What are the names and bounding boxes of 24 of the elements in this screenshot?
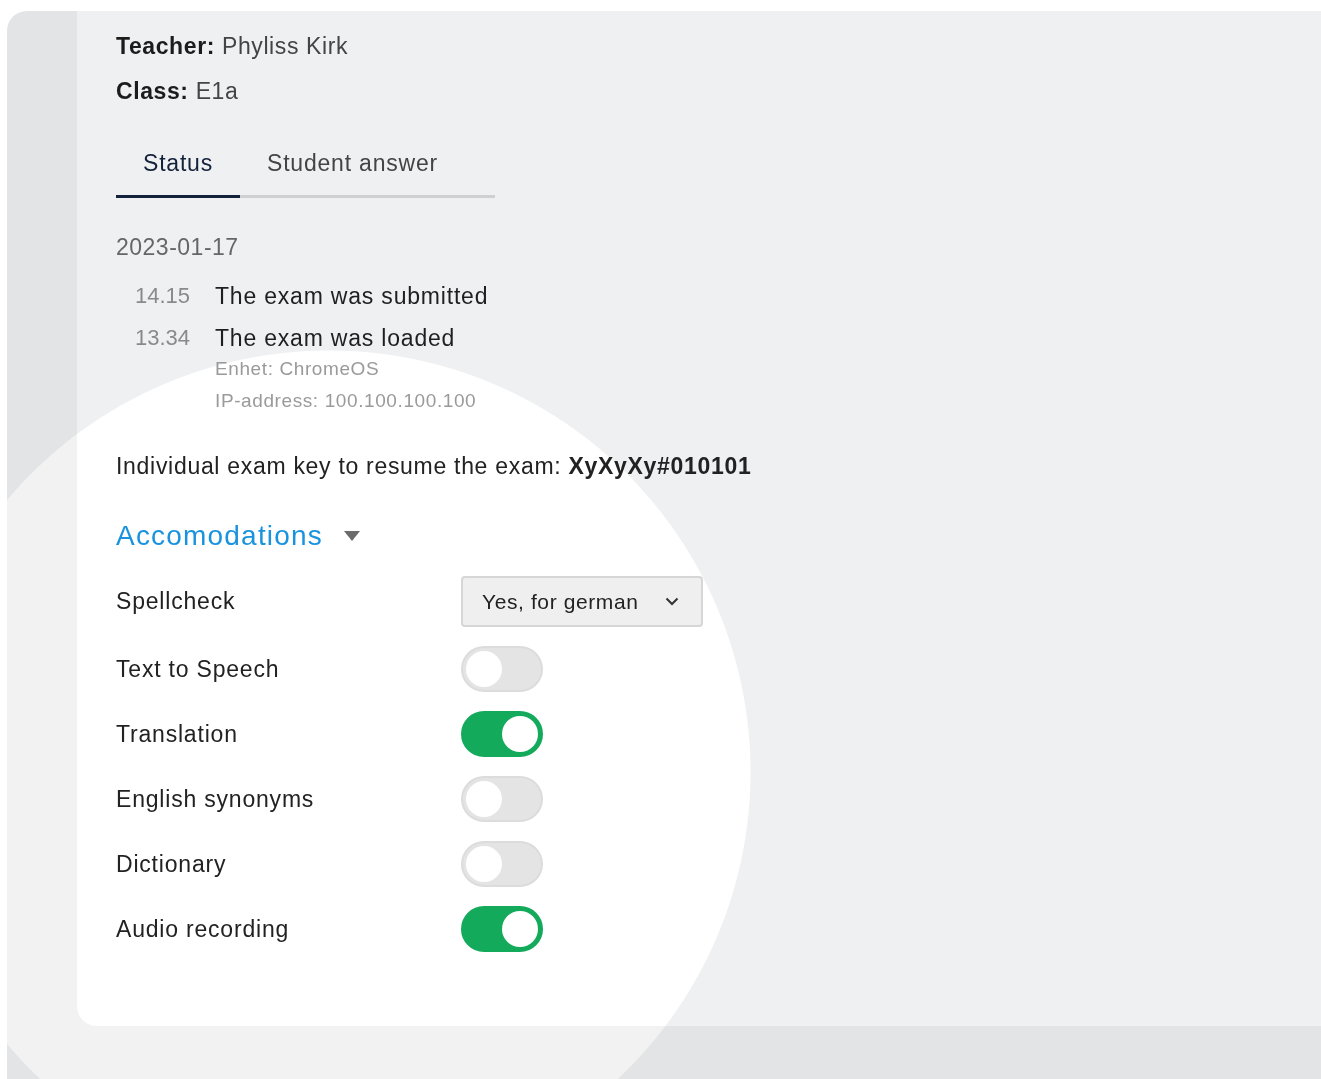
setting-label: Spellcheck bbox=[116, 588, 237, 615]
log-date: 2023-01-17 bbox=[116, 234, 240, 261]
event-time: 13.34 bbox=[135, 324, 192, 352]
event-text: The exam was loaded bbox=[215, 324, 457, 353]
event-detail: Enhet: ChromeOS bbox=[215, 357, 381, 381]
event-detail: IP-address: 100.100.100.100 bbox=[215, 389, 477, 413]
teacher-value: Phyliss Kirk bbox=[221, 32, 349, 61]
tab[interactable]: Student answer bbox=[240, 140, 466, 198]
class-label: Class: bbox=[116, 77, 189, 106]
teacher-label: Teacher: bbox=[116, 32, 215, 61]
event-text: The exam was submitted bbox=[215, 282, 489, 311]
setting-label: English synonyms bbox=[116, 785, 316, 813]
tab[interactable]: Status bbox=[116, 140, 240, 198]
exam-key-text: Individual exam key to resume the exam: XyXyXy#010101 bbox=[116, 453, 753, 480]
event-time: 14.15 bbox=[135, 282, 192, 310]
setting-label: Translation bbox=[116, 720, 239, 748]
setting-label: Audio recording bbox=[116, 915, 291, 943]
dropdown[interactable]: Yes, for german bbox=[461, 576, 703, 627]
setting-label: Text to Speech bbox=[116, 655, 281, 683]
class-value: E1a bbox=[195, 77, 239, 106]
setting-label: Dictionary bbox=[116, 850, 228, 878]
chevron-down-icon bbox=[665, 597, 679, 606]
toggle-switch[interactable] bbox=[461, 711, 543, 757]
toggle-switch[interactable] bbox=[461, 906, 543, 952]
